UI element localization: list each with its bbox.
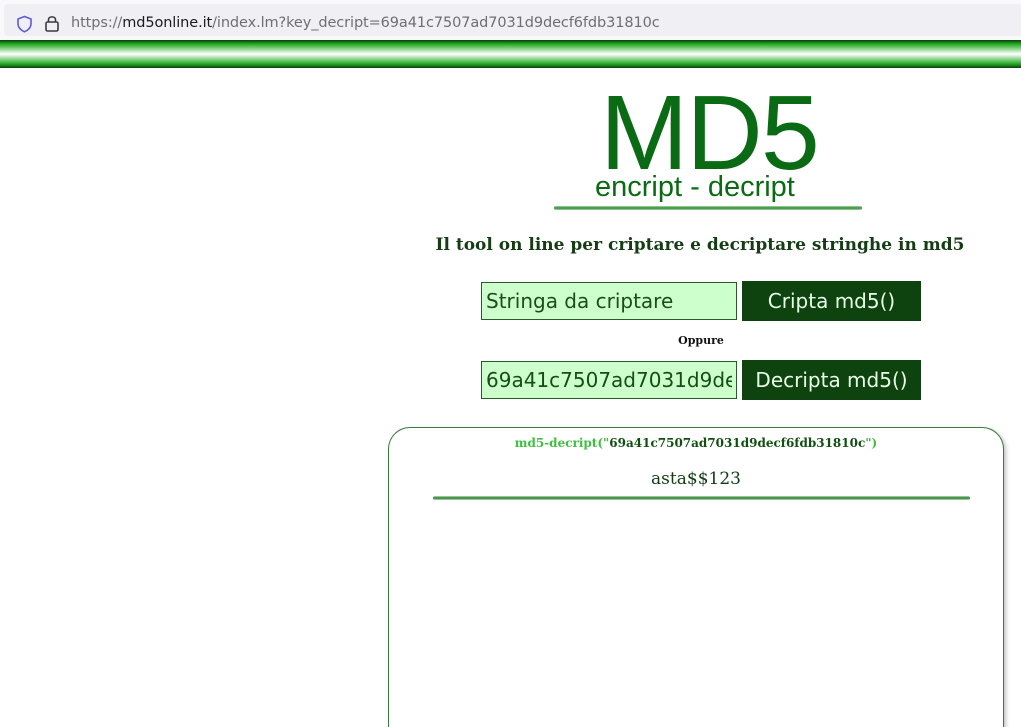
separator-label: Oppure	[678, 334, 724, 347]
url-text[interactable]: https://md5online.it/index.lm?key_decrip…	[71, 15, 660, 31]
lock-icon[interactable]	[44, 14, 60, 33]
url-path: /index.lm?key_decript=69a41c7507ad7031d9…	[212, 15, 660, 31]
decrypt-input[interactable]	[481, 361, 737, 399]
result-hash: 69a41c7507ad7031d9decf6fdb31810c	[609, 436, 866, 450]
url-host: md5online.it	[122, 15, 213, 31]
encrypt-input[interactable]	[481, 282, 737, 320]
result-fn-open: md5-decript("	[514, 436, 610, 450]
encrypt-button[interactable]: Cripta md5()	[742, 281, 921, 321]
decrypted-value: asta$$123	[651, 469, 741, 489]
logo-subtitle: encript - decript	[595, 171, 795, 203]
header-band	[0, 40, 1021, 68]
address-bar[interactable]: https://md5online.it/index.lm?key_decrip…	[4, 4, 1021, 36]
site-logo[interactable]: MD5 encript - decript	[540, 80, 870, 220]
result-header: md5-decript("69a41c7507ad7031d9decf6fdb3…	[389, 436, 1003, 450]
result-underline	[433, 496, 970, 500]
browser-toolbar: https://md5online.it/index.lm?key_decrip…	[0, 0, 1021, 40]
shield-icon[interactable]	[16, 15, 33, 33]
result-fn-close: ")	[865, 436, 878, 450]
decrypt-button[interactable]: Decripta md5()	[742, 360, 921, 400]
result-panel: md5-decript("69a41c7507ad7031d9decf6fdb3…	[388, 427, 1004, 727]
url-prefix: https://	[71, 15, 123, 31]
page-tagline: Il tool on line per criptare e decriptar…	[435, 235, 965, 255]
logo-underline	[554, 206, 862, 210]
